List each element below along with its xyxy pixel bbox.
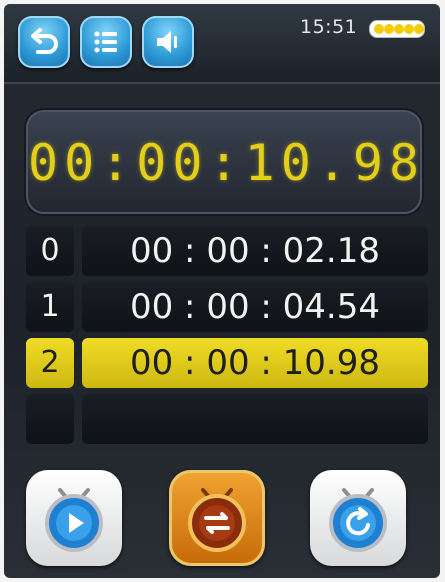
battery-dot: [404, 24, 414, 34]
lap-time: [82, 394, 428, 444]
stopwatch-split-icon: [188, 488, 246, 552]
battery-dot: [414, 24, 424, 34]
lap-time: 00 : 00 : 02.18: [82, 226, 428, 276]
lap-row[interactable]: 0 00 : 00 : 02.18: [26, 226, 432, 276]
list-icon: [94, 31, 117, 53]
battery-dot: [384, 24, 394, 34]
timer-display: 00:00:10.98: [26, 110, 422, 214]
battery-dot: [394, 24, 404, 34]
back-button[interactable]: [18, 16, 70, 68]
battery-dot: [374, 24, 384, 34]
lap-index: 1: [26, 282, 74, 332]
lap-index: 0: [26, 226, 74, 276]
lap-row-empty[interactable]: [26, 394, 432, 444]
back-arrow-icon: [31, 28, 58, 54]
volume-button[interactable]: [142, 16, 194, 68]
lap-row-selected[interactable]: 2 00 : 00 : 10.98: [26, 338, 432, 388]
speaker-icon: [157, 31, 177, 53]
top-bar: 15:51: [4, 4, 440, 84]
clock-time: 15:51: [300, 16, 358, 38]
lap-index: 2: [26, 338, 74, 388]
stopwatch-screen: 15:51 00:00:10.98 0 00 : 00 : 02.18 1 00…: [4, 4, 440, 578]
reset-button[interactable]: [310, 470, 406, 566]
menu-button[interactable]: [80, 16, 132, 68]
lap-time: 00 : 00 : 04.54: [82, 282, 428, 332]
battery-indicator: [369, 20, 425, 38]
lap-button[interactable]: [169, 470, 265, 566]
stopwatch-reset-icon: [329, 488, 387, 552]
timer-digits: 00:00:10.98: [28, 134, 426, 192]
lap-time: 00 : 00 : 10.98: [82, 338, 428, 388]
stopwatch-play-icon: [45, 488, 103, 552]
start-button[interactable]: [26, 470, 122, 566]
lap-row[interactable]: 1 00 : 00 : 04.54: [26, 282, 432, 332]
lap-index: [26, 394, 74, 444]
